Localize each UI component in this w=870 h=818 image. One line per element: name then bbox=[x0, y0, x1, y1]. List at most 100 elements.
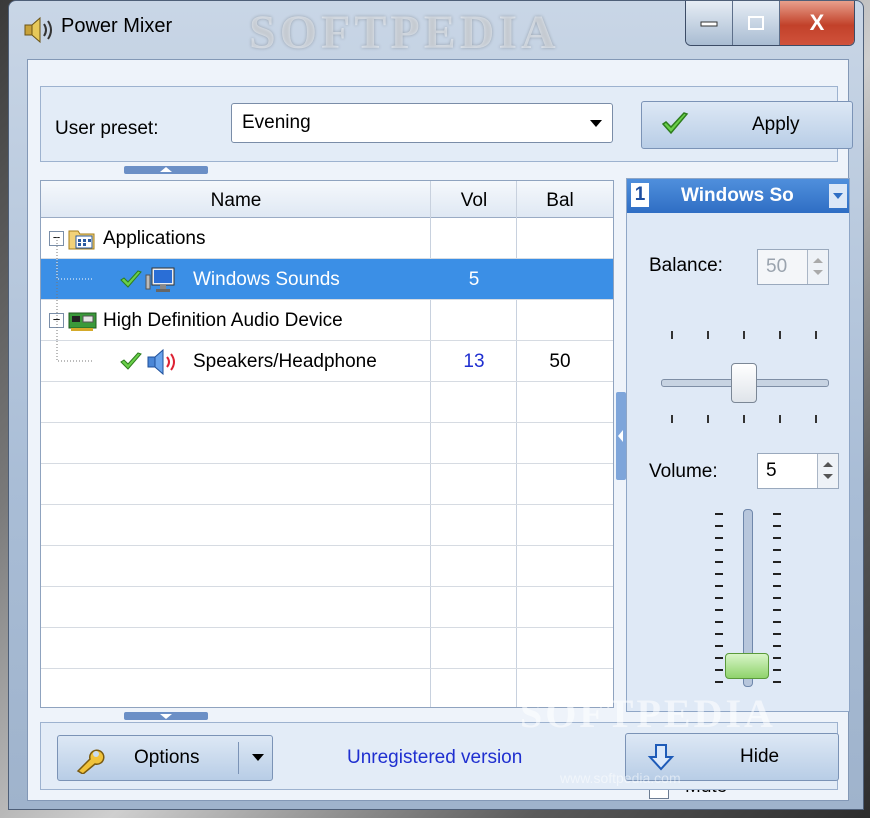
empty-row bbox=[41, 546, 613, 587]
channel-name: Windows So bbox=[681, 185, 794, 206]
maximize-button[interactable] bbox=[733, 1, 780, 45]
tree-row-hd-audio-device[interactable]: − High Definition Audio Device bbox=[41, 300, 613, 341]
spinner-buttons[interactable] bbox=[817, 454, 838, 488]
tick-mark bbox=[773, 549, 781, 551]
tick-mark bbox=[715, 669, 723, 671]
tick-mark bbox=[773, 537, 781, 539]
collapse-bottom-panel-handle[interactable] bbox=[124, 712, 208, 720]
tick-mark bbox=[773, 645, 781, 647]
tick-mark bbox=[715, 549, 723, 551]
monitor-icon bbox=[145, 267, 175, 292]
collapse-down-icon bbox=[160, 714, 172, 719]
tick-mark bbox=[715, 657, 723, 659]
tree-row-applications[interactable]: − Applications bbox=[41, 218, 613, 259]
tick-mark bbox=[779, 415, 781, 423]
collapse-top-panel-handle[interactable] bbox=[124, 166, 208, 174]
tree-connector bbox=[56, 341, 93, 362]
tick-mark bbox=[715, 645, 723, 647]
watermark-url: www.softpedia.com bbox=[560, 770, 681, 786]
tick-mark bbox=[773, 561, 781, 563]
tick-mark bbox=[779, 331, 781, 339]
tick-mark bbox=[743, 415, 745, 423]
maximize-icon bbox=[748, 16, 764, 30]
tick-mark bbox=[773, 621, 781, 623]
channel-number: 1 bbox=[631, 183, 649, 207]
minimize-icon bbox=[700, 21, 718, 27]
empty-row bbox=[41, 464, 613, 505]
column-header-name[interactable]: Name bbox=[41, 190, 431, 212]
spinner-buttons[interactable] bbox=[807, 250, 828, 284]
collapse-left-icon bbox=[618, 430, 623, 442]
row-vol: 13 bbox=[463, 351, 485, 372]
tick-mark bbox=[715, 633, 723, 635]
title-bar[interactable]: Power Mixer SOFTPEDIA X bbox=[9, 1, 863, 59]
row-name: Applications bbox=[103, 228, 206, 249]
tick-mark bbox=[715, 609, 723, 611]
registration-status[interactable]: Unregistered version bbox=[347, 747, 522, 769]
balance-spinner[interactable]: 50 bbox=[757, 249, 829, 285]
tick-mark bbox=[671, 331, 673, 339]
user-preset-label: User preset: bbox=[55, 118, 159, 139]
tick-mark bbox=[671, 415, 673, 423]
tick-mark bbox=[715, 513, 723, 515]
empty-row bbox=[41, 505, 613, 546]
chevron-down-icon[interactable] bbox=[252, 754, 264, 761]
mixer-tree-grid: Name Vol Bal − Applications Windows Soun… bbox=[40, 180, 614, 708]
tick-mark bbox=[773, 585, 781, 587]
volume-value: 5 bbox=[766, 460, 777, 481]
tree-connector bbox=[56, 259, 93, 280]
empty-row bbox=[41, 628, 613, 669]
window-title: Power Mixer bbox=[61, 15, 173, 37]
apply-button[interactable]: Apply bbox=[641, 101, 853, 149]
applications-folder-icon bbox=[68, 230, 95, 250]
power-mixer-window: Power Mixer SOFTPEDIA X User preset: Eve… bbox=[8, 0, 864, 810]
close-icon: X bbox=[809, 10, 825, 35]
close-button[interactable]: X bbox=[780, 1, 854, 45]
checkmark-icon bbox=[661, 112, 689, 135]
tick-mark bbox=[715, 585, 723, 587]
checkmark-icon bbox=[120, 352, 142, 370]
preset-panel: User preset: Evening Apply bbox=[40, 86, 853, 162]
tick-mark bbox=[773, 609, 781, 611]
tick-mark bbox=[715, 537, 723, 539]
channel-panel: 1 Windows So Balance: 50 Volume: 5 bbox=[626, 178, 850, 799]
tree-row-speakers-headphone[interactable]: Speakers/Headphone 13 50 bbox=[41, 341, 613, 382]
collapse-side-panel-handle[interactable] bbox=[616, 392, 626, 480]
column-header-vol[interactable]: Vol bbox=[431, 190, 517, 212]
user-preset-value: Evening bbox=[242, 112, 311, 133]
tick-mark bbox=[715, 597, 723, 599]
row-name: High Definition Audio Device bbox=[103, 310, 343, 331]
tree-row-windows-sounds[interactable]: Windows Sounds 5 bbox=[41, 259, 613, 300]
balance-value: 50 bbox=[766, 256, 788, 277]
hide-label: Hide bbox=[740, 746, 780, 767]
user-preset-dropdown[interactable]: Evening bbox=[231, 103, 613, 143]
column-header-bal[interactable]: Bal bbox=[517, 190, 603, 212]
tick-mark bbox=[773, 657, 781, 659]
tick-mark bbox=[773, 681, 781, 683]
tree-connector bbox=[56, 237, 58, 341]
volume-spinner[interactable]: 5 bbox=[757, 453, 839, 489]
row-name: Windows Sounds bbox=[193, 269, 340, 290]
chevron-down-icon[interactable] bbox=[829, 184, 847, 208]
channel-selector[interactable]: 1 Windows So bbox=[627, 179, 849, 213]
tick-mark bbox=[715, 681, 723, 683]
row-bal: 50 bbox=[549, 351, 571, 372]
tick-mark bbox=[743, 331, 745, 339]
empty-row bbox=[41, 587, 613, 628]
watermark: SOFTPEDIA bbox=[520, 691, 776, 736]
empty-row bbox=[41, 423, 613, 464]
wrench-icon bbox=[76, 749, 105, 774]
arrow-down-icon bbox=[823, 474, 833, 479]
row-vol: 5 bbox=[468, 269, 480, 290]
balance-slider-thumb[interactable] bbox=[731, 363, 757, 403]
minimize-button[interactable] bbox=[686, 1, 733, 45]
row-name: Speakers/Headphone bbox=[193, 351, 377, 372]
volume-slider-thumb[interactable] bbox=[725, 653, 769, 679]
options-label: Options bbox=[134, 747, 200, 768]
tick-mark bbox=[773, 669, 781, 671]
options-button[interactable]: Options bbox=[57, 735, 273, 781]
arrow-down-icon bbox=[647, 744, 675, 771]
tick-mark bbox=[773, 597, 781, 599]
checkmark-icon bbox=[120, 270, 142, 288]
tick-mark bbox=[715, 561, 723, 563]
